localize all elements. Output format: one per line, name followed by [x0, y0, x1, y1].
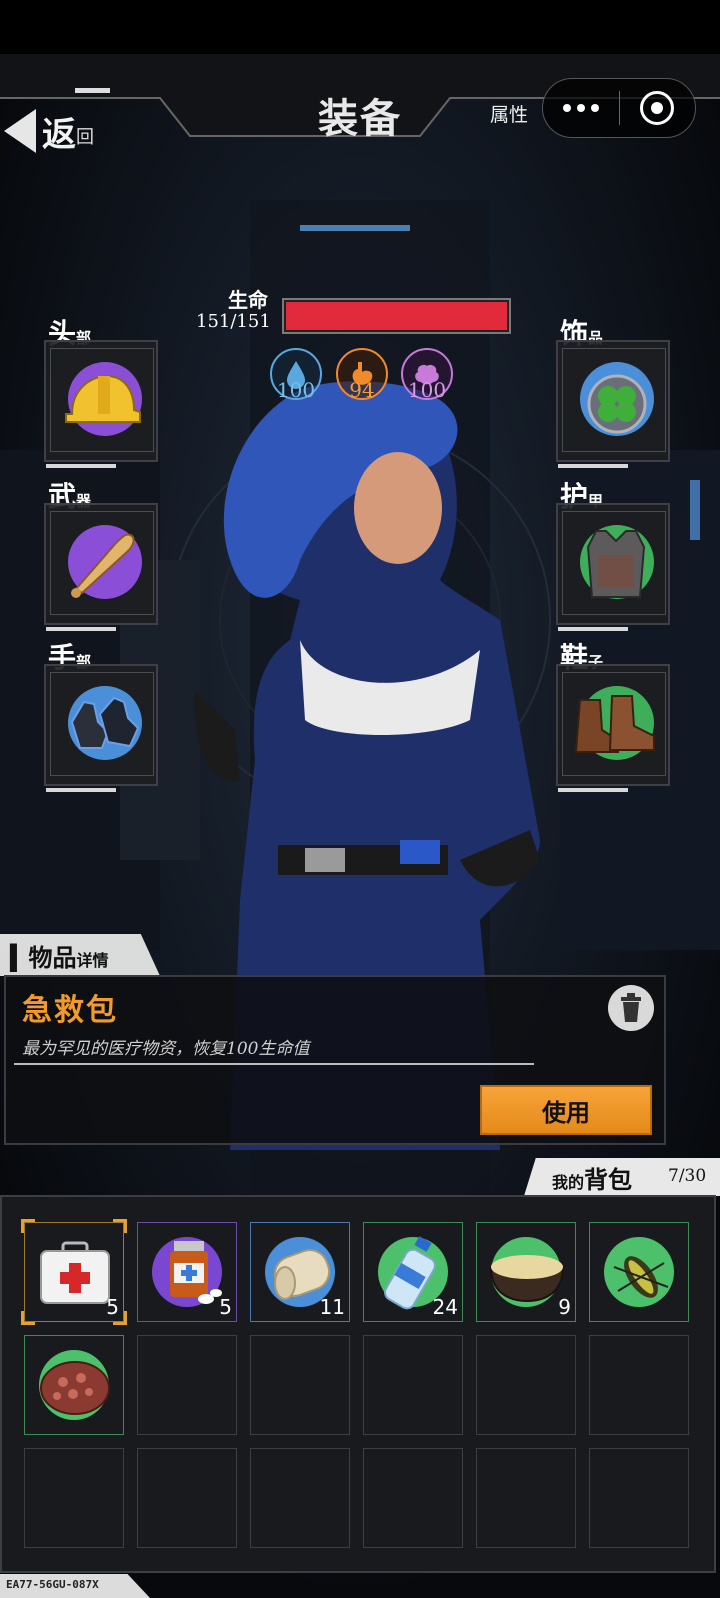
- backpack-slot-empty[interactable]: [250, 1335, 350, 1435]
- divider: [14, 1063, 534, 1065]
- footer-code: EA77-56GU-087X: [6, 1578, 99, 1591]
- backpack-slot[interactable]: 5: [21, 1219, 127, 1325]
- item-quantity: 5: [219, 1295, 232, 1319]
- armor-slot[interactable]: [556, 503, 670, 631]
- item-quantity: 9: [558, 1295, 571, 1319]
- weapon-slot[interactable]: [44, 503, 158, 631]
- vest-icon: [586, 530, 646, 598]
- item-name: 急救包: [22, 993, 118, 1028]
- head-slot[interactable]: [44, 340, 158, 468]
- boots-icon: [574, 695, 655, 753]
- mini-program-capsule: [542, 78, 696, 138]
- item-detail-tab-label: ▍物品详情: [10, 943, 109, 972]
- backpack-slot-empty[interactable]: [476, 1335, 576, 1435]
- life-value: 151/151: [196, 311, 271, 332]
- back-label-small: 回: [76, 127, 94, 148]
- item-quantity: 5: [106, 1295, 119, 1319]
- backpack-slot-empty[interactable]: [24, 1448, 124, 1548]
- shoes-slot[interactable]: [556, 664, 670, 792]
- backpack-count: 7/30: [668, 1166, 707, 1186]
- backpack-slot-empty[interactable]: [363, 1335, 463, 1435]
- hands-slot[interactable]: [44, 664, 158, 792]
- backpack-slot-empty[interactable]: [137, 1335, 237, 1435]
- baseball-bat-icon: [71, 533, 135, 598]
- porridge-bowl-icon: [489, 1255, 565, 1303]
- pill-bottle-icon: [170, 1241, 222, 1304]
- use-button[interactable]: 使用: [480, 1085, 652, 1135]
- backpack-slot-empty[interactable]: [363, 1448, 463, 1548]
- more-options-button[interactable]: [543, 104, 619, 112]
- life-bar-fill: [286, 302, 507, 330]
- water-value: 100: [276, 378, 316, 402]
- back-arrow-icon: [4, 109, 36, 153]
- life-label: 生命: [228, 288, 268, 312]
- hunger-value: 94: [349, 378, 375, 402]
- close-program-button[interactable]: [620, 91, 696, 125]
- page-title: 装备: [318, 95, 402, 142]
- backpack-slot-empty[interactable]: [476, 1448, 576, 1548]
- trash-icon: [621, 993, 641, 1022]
- backpack-slot[interactable]: [24, 1335, 124, 1435]
- backpack-slot[interactable]: [589, 1222, 689, 1322]
- backpack-slot[interactable]: 24: [363, 1222, 463, 1322]
- insect-icon: [613, 1256, 669, 1298]
- back-button[interactable]: 返 回: [4, 104, 124, 158]
- first-aid-kit-icon: [40, 1241, 110, 1304]
- attribute-tab[interactable]: 属性: [490, 100, 528, 127]
- sanity-value: 100: [407, 378, 447, 402]
- item-description: 最为罕见的医疗物资，恢复100生命值: [22, 1039, 310, 1059]
- life-bar: [282, 298, 511, 334]
- accessory-slot[interactable]: [556, 340, 670, 468]
- backpack-slot[interactable]: 5: [137, 1222, 237, 1322]
- backpack-slot-empty[interactable]: [589, 1335, 689, 1435]
- discard-button[interactable]: [608, 985, 654, 1031]
- backpack-slot-empty[interactable]: [250, 1448, 350, 1548]
- status-bar: [0, 0, 720, 54]
- hardhat-icon: [65, 374, 141, 423]
- gloves-icon: [70, 696, 140, 749]
- backpack-slot-empty[interactable]: [589, 1448, 689, 1548]
- raw-meat-icon: [40, 1361, 110, 1415]
- backpack-slot[interactable]: 11: [250, 1222, 350, 1322]
- backpack-slot-empty[interactable]: [137, 1448, 237, 1548]
- back-label: 返: [42, 114, 76, 155]
- clover-charm-icon: [587, 374, 647, 434]
- item-quantity: 11: [319, 1295, 345, 1319]
- backpack-title: 我的背包: [552, 1165, 633, 1194]
- item-quantity: 24: [432, 1295, 458, 1319]
- backpack-slot[interactable]: 9: [476, 1222, 576, 1322]
- target-icon: [640, 91, 675, 125]
